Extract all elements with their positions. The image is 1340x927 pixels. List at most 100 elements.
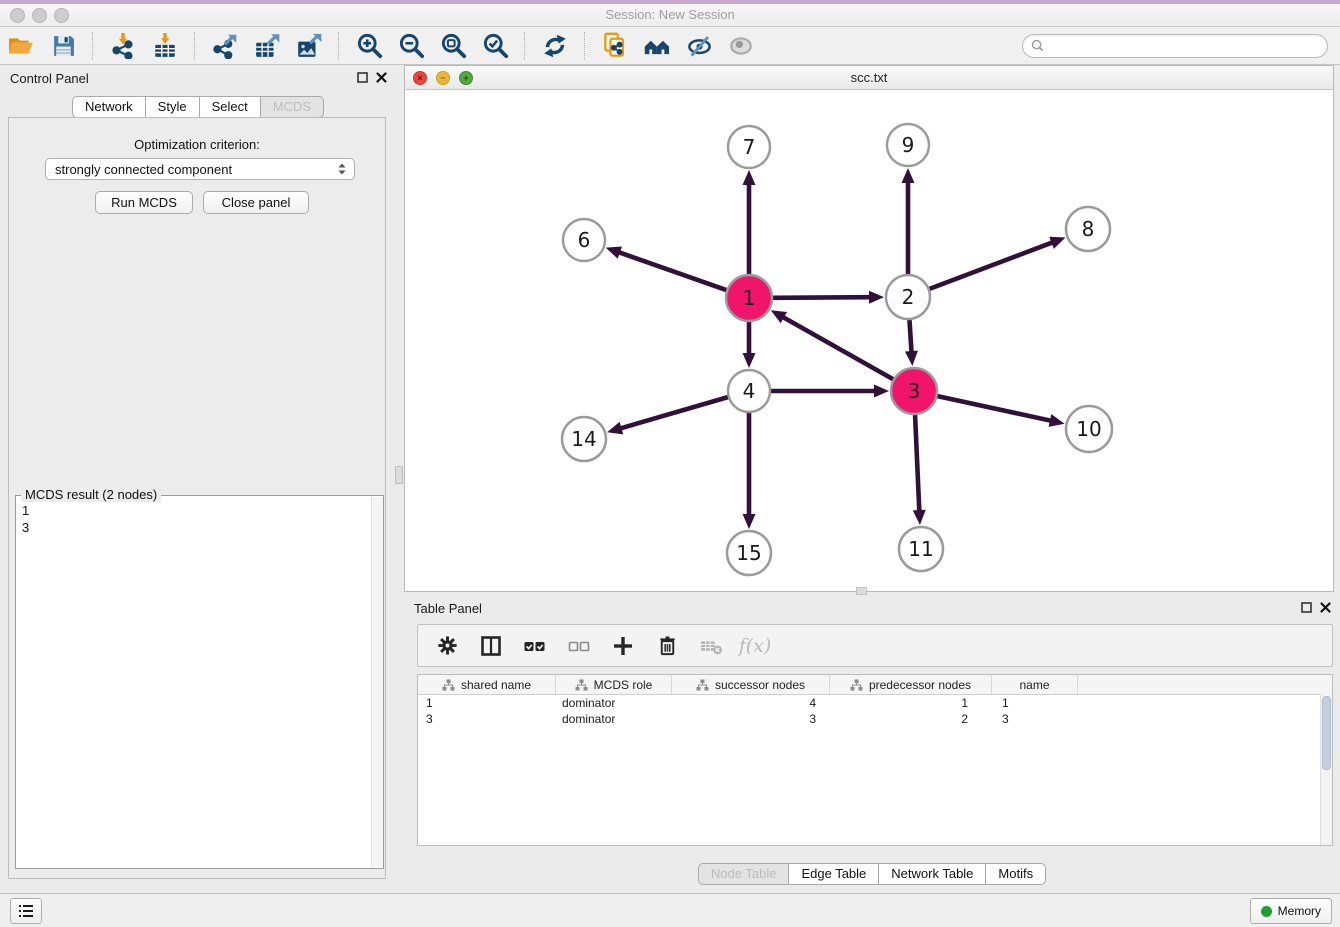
- table-row[interactable]: 1dominator411: [418, 695, 1332, 711]
- close-table-panel-icon[interactable]: [1320, 602, 1331, 613]
- graph-edge-1-6[interactable]: [618, 252, 726, 290]
- search-input[interactable]: [1049, 37, 1319, 54]
- control-panel: Control Panel Network Style Select MCDS …: [0, 64, 396, 893]
- zoom-selected-icon[interactable]: [480, 31, 510, 61]
- add-column-icon[interactable]: [610, 633, 636, 659]
- tab-select[interactable]: Select: [199, 96, 261, 118]
- graph-node-label-8: 8: [1082, 217, 1095, 241]
- import-table-icon[interactable]: [150, 31, 180, 61]
- mcds-tab-content: Optimization criterion: strongly connect…: [8, 117, 386, 879]
- column-header[interactable]: MCDS role: [556, 675, 672, 694]
- new-network-from-selection-icon[interactable]: [600, 31, 630, 61]
- tab-node-table[interactable]: Node Table: [698, 863, 790, 885]
- function-builder-icon[interactable]: f(x): [742, 633, 768, 659]
- table-scrollbar[interactable]: [1320, 694, 1332, 845]
- result-scrollbar[interactable]: [371, 497, 383, 867]
- settings-gear-icon[interactable]: [434, 633, 460, 659]
- save-session-icon[interactable]: [48, 31, 78, 61]
- column-header[interactable]: successor nodes: [672, 675, 830, 694]
- graph-edge-4-14[interactable]: [620, 397, 728, 429]
- window-titlebar: Session: New Session: [0, 4, 1340, 27]
- graph-node-label-4: 4: [743, 379, 756, 403]
- column-view-icon[interactable]: [478, 633, 504, 659]
- open-file-icon[interactable]: [6, 31, 36, 61]
- graph-edge-3-11[interactable]: [915, 415, 919, 512]
- tab-mcds[interactable]: MCDS: [260, 96, 324, 118]
- toolbar-separator: [338, 32, 340, 60]
- graph-edge-arrow-3-10: [1049, 414, 1065, 427]
- table-cell: 2: [830, 711, 992, 727]
- table-tabs: Node Table Edge Table Network Table Moti…: [404, 863, 1340, 885]
- import-network-icon[interactable]: [108, 31, 138, 61]
- table-toolbar: f(x): [417, 624, 1333, 667]
- network-view-window: × − + scc.txt 7968124314101511: [404, 65, 1334, 592]
- table-scrollbar-thumb[interactable]: [1322, 696, 1331, 770]
- optimization-criterion-value: strongly connected component: [55, 162, 232, 177]
- refresh-icon[interactable]: [540, 31, 570, 61]
- tab-edge-table[interactable]: Edge Table: [788, 863, 879, 885]
- memory-button[interactable]: Memory: [1250, 898, 1332, 924]
- toolbar-separator: [584, 32, 586, 60]
- mcds-result-box: MCDS result (2 nodes) 13: [15, 495, 384, 869]
- network-window-title: scc.txt: [405, 70, 1333, 85]
- control-panel-title: Control Panel: [10, 71, 89, 86]
- graph-edge-1-2[interactable]: [773, 297, 871, 298]
- zoom-in-icon[interactable]: [354, 31, 384, 61]
- tab-motifs[interactable]: Motifs: [985, 863, 1046, 885]
- export-table-icon[interactable]: [252, 31, 282, 61]
- show-all-icon[interactable]: [726, 31, 756, 61]
- delete-table-icon[interactable]: [698, 633, 724, 659]
- close-panel-button[interactable]: Close panel: [203, 191, 309, 214]
- main-toolbar: [0, 27, 1340, 65]
- run-mcds-button[interactable]: Run MCDS: [95, 191, 193, 214]
- graph-edge-arrow-1-4: [743, 353, 756, 368]
- graph-edge-2-3[interactable]: [909, 320, 911, 353]
- optimization-criterion-label: Optimization criterion:: [9, 137, 385, 152]
- graph-edge-arrow-4-14: [607, 422, 623, 434]
- tab-network[interactable]: Network: [72, 96, 146, 118]
- first-neighbors-icon[interactable]: [642, 31, 672, 61]
- table-cell: dominator: [556, 695, 672, 711]
- graph-node-label-11: 11: [908, 537, 933, 561]
- graph-edge-arrow-1-7: [743, 170, 756, 185]
- vertical-splitter-grip[interactable]: [395, 466, 403, 484]
- column-header[interactable]: predecessor nodes: [830, 675, 992, 694]
- task-history-button[interactable]: [10, 898, 42, 924]
- column-tree-icon: [575, 679, 588, 691]
- graph-edge-arrow-2-9: [902, 168, 915, 183]
- network-canvas[interactable]: 7968124314101511: [405, 89, 1333, 591]
- close-panel-icon[interactable]: [376, 72, 387, 83]
- delete-column-icon[interactable]: [654, 633, 680, 659]
- column-header[interactable]: shared name: [418, 675, 556, 694]
- column-tree-icon: [696, 679, 709, 691]
- column-header[interactable]: name: [992, 675, 1078, 694]
- tab-network-table[interactable]: Network Table: [878, 863, 986, 885]
- toolbar-separator: [524, 32, 526, 60]
- zoom-fit-icon[interactable]: [438, 31, 468, 61]
- float-table-panel-icon[interactable]: [1301, 602, 1312, 613]
- graph-edge-arrow-2-3: [905, 351, 918, 366]
- graph-edge-2-8[interactable]: [930, 242, 1054, 289]
- hide-selected-icon[interactable]: [684, 31, 714, 61]
- zoom-out-icon[interactable]: [396, 31, 426, 61]
- search-field[interactable]: [1022, 34, 1328, 58]
- export-network-icon[interactable]: [210, 31, 240, 61]
- table-row[interactable]: 3dominator323: [418, 711, 1332, 727]
- float-panel-icon[interactable]: [357, 72, 368, 83]
- graph-edge-3-10[interactable]: [937, 396, 1051, 421]
- graph-edge-arrow-2-8: [1049, 237, 1065, 249]
- optimization-criterion-select[interactable]: strongly connected component: [45, 158, 355, 180]
- tab-style[interactable]: Style: [145, 96, 200, 118]
- toolbar-separator: [92, 32, 94, 60]
- select-all-icon[interactable]: [522, 633, 548, 659]
- graph-node-label-10: 10: [1076, 417, 1101, 441]
- export-image-icon[interactable]: [294, 31, 324, 61]
- node-table: shared nameMCDS rolesuccessor nodesprede…: [417, 674, 1333, 846]
- window-title: Session: New Session: [0, 7, 1340, 22]
- mcds-result-text[interactable]: 13: [16, 499, 371, 868]
- graph-node-label-7: 7: [743, 135, 756, 159]
- table-cell: 3: [992, 711, 1078, 727]
- table-panel-title: Table Panel: [414, 601, 482, 616]
- graph-edge-3-1[interactable]: [782, 317, 893, 380]
- deselect-all-icon[interactable]: [566, 633, 592, 659]
